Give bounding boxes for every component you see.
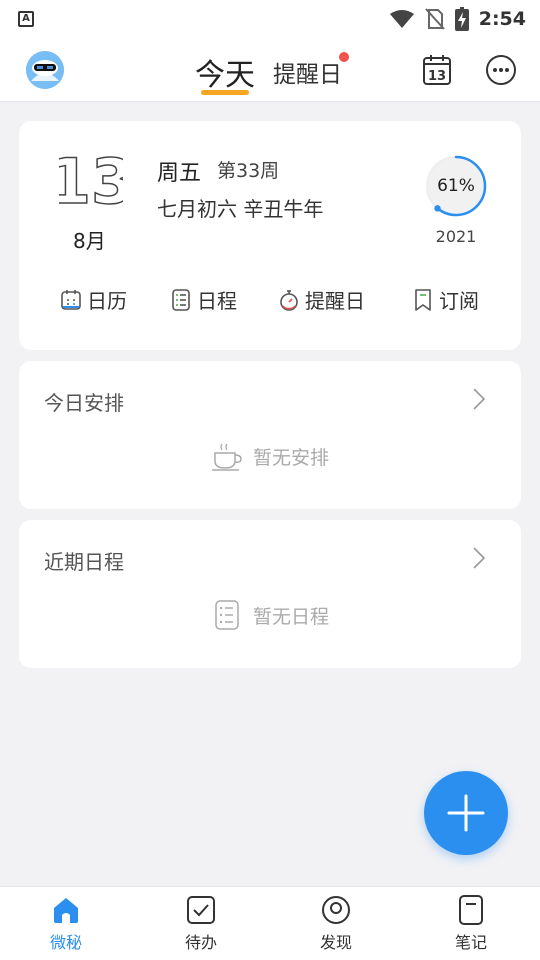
tab-today[interactable]: 今天 [195, 50, 255, 94]
big-day-number: 13 [59, 149, 123, 209]
bookmark-icon [415, 288, 431, 311]
active-tab-indicator [201, 90, 249, 95]
quick-link-label: 日程 [197, 289, 237, 313]
checkbox-icon [187, 896, 215, 924]
quick-links: 日历 日程 提醒日 订阅 [19, 285, 521, 315]
calendar-day-number: 13 [428, 69, 446, 84]
quick-link-subscribe[interactable]: 订阅 [413, 285, 479, 314]
today-plan-title: 今日安排 [44, 391, 124, 415]
compass-icon [322, 896, 350, 924]
nav-item-label: 笔记 [454, 933, 487, 952]
no-sim-icon [424, 8, 445, 30]
nav-item-todo[interactable]: 待办 [161, 895, 241, 953]
list-icon [215, 600, 239, 630]
battery-charging-icon [454, 7, 469, 31]
bottom-nav: 微秘 待办 发现 笔记 [0, 886, 540, 960]
quick-link-reminder-day[interactable]: 提醒日 [279, 285, 365, 314]
quick-link-label: 日历 [87, 289, 127, 313]
quick-link-calendar[interactable]: 日历 [61, 285, 127, 314]
nav-item-label: 微秘 [49, 933, 82, 952]
nav-item-label: 发现 [319, 933, 352, 952]
nav-item-label: 待办 [184, 933, 217, 952]
quick-link-label: 订阅 [439, 289, 479, 313]
today-plan-empty: 暂无安排 [19, 441, 521, 471]
chevron-right-icon[interactable] [471, 387, 487, 411]
recent-schedule-empty: 暂无日程 [19, 600, 521, 630]
recent-schedule-title: 近期日程 [44, 550, 124, 574]
weekday-label: 周五 [157, 161, 202, 186]
year-label: 2021 [435, 227, 477, 246]
stopwatch-icon [280, 289, 298, 311]
year-progress-label: 61% [437, 176, 475, 196]
more-button[interactable] [485, 54, 517, 86]
date-card: 13 8月 周五 第33周 七月初六 辛丑牛年 61% 2021 日历 日程 提… [19, 121, 521, 350]
avatar[interactable] [26, 51, 64, 89]
notification-dot [339, 52, 349, 62]
list-icon [172, 288, 190, 311]
more-icon [486, 55, 516, 85]
lunar-date: 七月初六 辛丑牛年 [157, 197, 324, 221]
calendar-button[interactable]: 13 [422, 54, 452, 86]
svg-text:13: 13 [59, 149, 123, 209]
nav-item-discover[interactable]: 发现 [296, 895, 376, 953]
wifi-icon [389, 10, 414, 28]
add-button[interactable] [424, 771, 508, 855]
note-icon [459, 895, 483, 925]
today-plan-empty-text: 暂无安排 [252, 446, 329, 469]
quick-link-label: 提醒日 [305, 289, 365, 313]
notification-a-icon: A [18, 11, 34, 27]
calendar-icon: 13 [423, 55, 451, 85]
tab-reminder-day[interactable]: 提醒日 [273, 55, 342, 89]
nav-item-notes[interactable]: 笔记 [431, 895, 511, 953]
quick-link-schedule[interactable]: 日程 [171, 285, 237, 314]
plus-icon [447, 794, 485, 832]
status-icons: 2:54 [389, 7, 526, 31]
recent-schedule-card[interactable]: 近期日程 暂无日程 [19, 520, 521, 668]
nav-item-home[interactable]: 微秘 [26, 895, 106, 953]
today-plan-card[interactable]: 今日安排 暂无安排 [19, 361, 521, 509]
clock-time: 2:54 [478, 8, 526, 30]
top-header: 今天 提醒日 13 [0, 38, 540, 102]
coffee-cup-icon [211, 443, 242, 471]
avatar-icon [26, 51, 64, 89]
home-icon [54, 898, 78, 923]
calendar-icon [61, 289, 81, 310]
recent-schedule-empty-text: 暂无日程 [252, 605, 329, 628]
status-bar: A 2:54 [0, 0, 540, 38]
chevron-right-icon[interactable] [471, 546, 487, 570]
month-label: 8月 [73, 229, 106, 253]
week-number: 第33周 [217, 160, 280, 182]
